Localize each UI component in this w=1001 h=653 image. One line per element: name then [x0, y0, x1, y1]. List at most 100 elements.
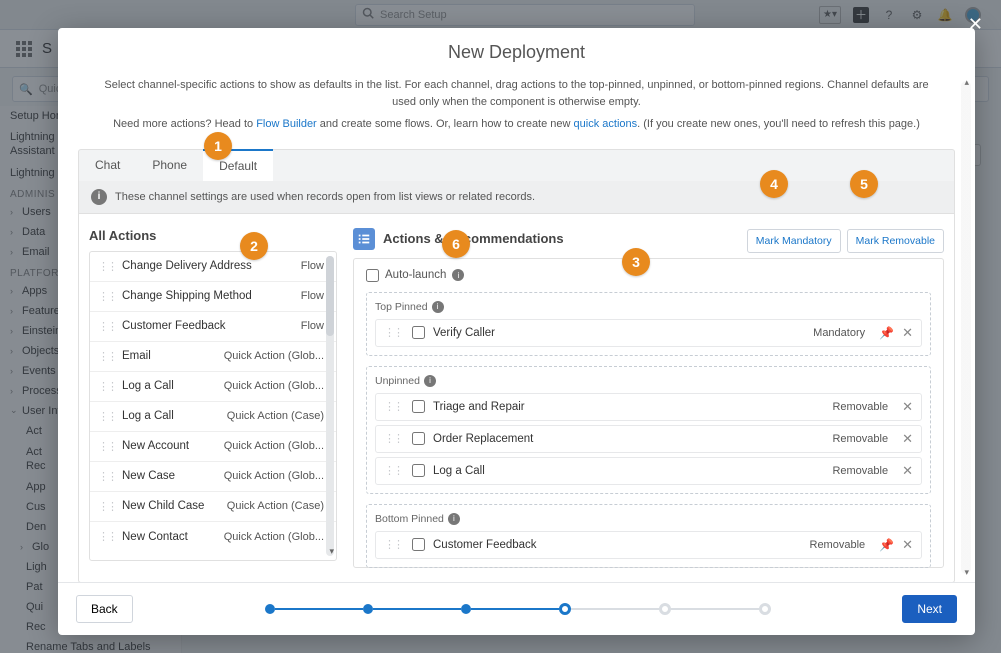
scrollbar[interactable] [326, 256, 334, 556]
action-row[interactable]: ⋮⋮New ContactQuick Action (Glob... [90, 522, 336, 552]
drag-handle-icon[interactable]: ⋮⋮ [98, 410, 116, 423]
action-row[interactable]: ⋮⋮ New CaseQuick Action (Glob... [90, 462, 336, 492]
drag-handle-icon[interactable]: ⋮⋮ [98, 290, 116, 303]
modal-footer: Back Next [58, 582, 975, 635]
scroll-down-icon[interactable]: ▾ [329, 546, 334, 557]
info-text: These channel settings are used when rec… [115, 191, 535, 203]
recommendation-row[interactable]: ⋮⋮ Log a CallRemovable ✕ [375, 457, 922, 485]
action-type: Quick Action (Case) [227, 410, 324, 422]
progress-indicator [133, 603, 903, 615]
remove-icon[interactable]: ✕ [902, 463, 913, 479]
remove-icon[interactable]: ✕ [902, 325, 913, 341]
row-checkbox[interactable] [412, 464, 425, 477]
remove-icon[interactable]: ✕ [902, 431, 913, 447]
pin-icon[interactable]: 📌 [879, 326, 894, 340]
auto-launch-label: Auto-launch [385, 269, 446, 281]
progress-step [659, 603, 671, 615]
recommendation-row[interactable]: ⋮⋮Customer FeedbackRemovable📌✕ [375, 531, 922, 559]
back-button[interactable]: Back [76, 595, 133, 623]
next-button[interactable]: Next [902, 595, 957, 623]
action-name: Log a Call [122, 380, 224, 392]
action-type: Flow [301, 290, 324, 302]
modal-description: Select channel-specific actions to show … [78, 73, 955, 143]
rec-badge: Removable [832, 465, 888, 477]
drag-handle-icon[interactable]: ⋮⋮ [384, 326, 402, 339]
drag-handle-icon[interactable]: ⋮⋮ [98, 500, 116, 513]
recommendation-row[interactable]: ⋮⋮Order ReplacementRemovable✕ [375, 425, 922, 453]
callout-1: 1 [204, 132, 232, 160]
info-icon[interactable]: i [452, 269, 464, 281]
rec-name: Log a Call [433, 465, 832, 477]
info-icon: i [91, 189, 107, 205]
recommendation-row[interactable]: ⋮⋮Triage and RepairRemovable✕ [375, 393, 922, 421]
drag-handle-icon[interactable]: ⋮⋮ [384, 432, 402, 445]
mark-removable-button[interactable]: Mark Removable [847, 229, 944, 253]
rec-name: Triage and Repair [433, 401, 832, 413]
recommendations-column: Actions & Recommendations Mark Mandatory… [353, 224, 944, 568]
channel-info-bar: i These channel settings are used when r… [78, 181, 955, 214]
drag-handle-icon[interactable]: ⋮⋮ [98, 260, 116, 273]
drag-handle-icon[interactable]: ⋮⋮ [98, 320, 116, 333]
row-checkbox[interactable] [412, 432, 425, 445]
drag-handle-icon[interactable]: ⋮⋮ [98, 530, 116, 543]
info-icon[interactable]: i [424, 375, 436, 387]
action-name: New Contact [122, 531, 224, 543]
row-checkbox[interactable] [412, 400, 425, 413]
top-pinned-region[interactable]: Top Pinned i ⋮⋮Verify CallerMandatory📌✕ [366, 292, 931, 356]
drag-handle-icon[interactable]: ⋮⋮ [98, 380, 116, 393]
auto-launch-checkbox[interactable] [366, 269, 379, 282]
action-name: New Case [122, 470, 224, 482]
actions-recommendations-title: Actions & Recommendations [353, 228, 741, 250]
all-actions-list[interactable]: ⋮⋮Change Delivery AddressFlow⋮⋮Change Sh… [89, 251, 337, 561]
action-row[interactable]: ⋮⋮Log a CallQuick Action (Case) [90, 402, 336, 432]
callout-6: 6 [442, 230, 470, 258]
modal-body: ▴ ▾ Select channel-specific actions to s… [58, 73, 975, 582]
drag-handle-icon[interactable]: ⋮⋮ [384, 400, 402, 413]
action-row[interactable]: ⋮⋮Change Shipping MethodFlow [90, 282, 336, 312]
recommendation-row[interactable]: ⋮⋮Verify CallerMandatory📌✕ [375, 319, 922, 347]
scroll-up-icon[interactable]: ▴ [964, 77, 969, 88]
quick-actions-link[interactable]: quick actions [574, 118, 638, 130]
pin-icon[interactable]: 📌 [879, 538, 894, 552]
region-title: Top Pinned i [375, 301, 922, 313]
drag-handle-icon[interactable]: ⋮⋮ [98, 440, 116, 453]
tab-phone[interactable]: Phone [136, 150, 203, 181]
info-icon[interactable]: i [448, 513, 460, 525]
rec-badge: Mandatory [813, 327, 865, 339]
mark-mandatory-button[interactable]: Mark Mandatory [747, 229, 841, 253]
drag-handle-icon[interactable]: ⋮⋮ [384, 464, 402, 477]
progress-step [759, 603, 771, 615]
progress-step [265, 604, 275, 614]
remove-icon[interactable]: ✕ [902, 399, 913, 415]
action-type: Flow [301, 260, 324, 272]
info-icon[interactable]: i [432, 301, 444, 313]
drag-handle-icon[interactable]: ⋮⋮ [98, 470, 116, 483]
row-checkbox[interactable] [412, 538, 425, 551]
flow-builder-link[interactable]: Flow Builder [256, 118, 317, 130]
drag-handle-icon[interactable]: ⋮⋮ [98, 350, 116, 363]
action-row[interactable]: ⋮⋮ Log a CallQuick Action (Glob... [90, 372, 336, 402]
action-name: New Account [122, 440, 224, 452]
list-icon [353, 228, 375, 250]
rec-name: Order Replacement [433, 433, 832, 445]
auto-launch-row: Auto-launch i [366, 269, 931, 282]
action-row[interactable]: ⋮⋮New Child CaseQuick Action (Case) [90, 492, 336, 522]
tab-chat[interactable]: Chat [79, 150, 136, 181]
scroll-down-icon[interactable]: ▾ [964, 567, 969, 578]
remove-icon[interactable]: ✕ [902, 537, 913, 553]
action-type: Flow [301, 320, 324, 332]
action-name: Change Delivery Address [122, 260, 301, 272]
drag-handle-icon[interactable]: ⋮⋮ [384, 538, 402, 551]
action-type: Quick Action (Glob... [224, 470, 324, 482]
action-row[interactable]: ⋮⋮Customer FeedbackFlow [90, 312, 336, 342]
action-row[interactable]: ⋮⋮ Change Delivery AddressFlow [90, 252, 336, 282]
close-icon[interactable]: ✕ [968, 14, 983, 35]
unpinned-region[interactable]: Unpinned i ⋮⋮Triage and RepairRemovable✕… [366, 366, 931, 494]
action-row[interactable]: ⋮⋮EmailQuick Action (Glob... [90, 342, 336, 372]
action-type: Quick Action (Glob... [224, 380, 324, 392]
action-row[interactable]: ⋮⋮New AccountQuick Action (Glob... [90, 432, 336, 462]
bottom-pinned-region[interactable]: Bottom Pinned i ⋮⋮Customer FeedbackRemov… [366, 504, 931, 568]
actions-panel: All Actions ⋮⋮Change Delivery AddressFlo… [78, 214, 955, 583]
row-checkbox[interactable] [412, 326, 425, 339]
callout-3: 3 [622, 248, 650, 276]
